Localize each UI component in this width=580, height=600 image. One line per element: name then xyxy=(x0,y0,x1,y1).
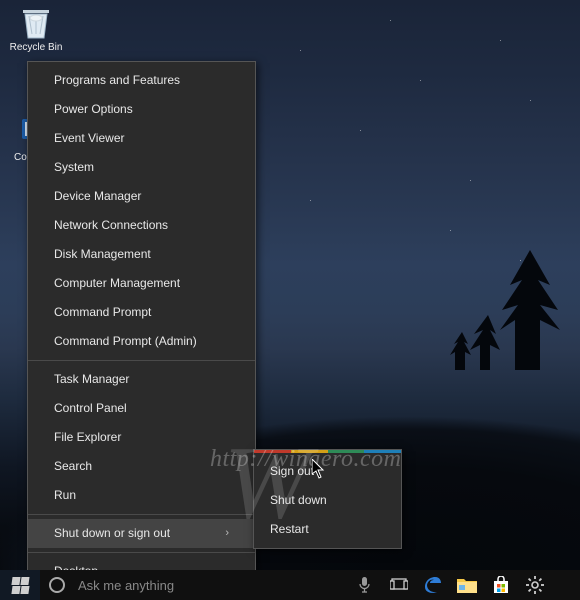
microphone-button[interactable] xyxy=(352,570,376,600)
menu-item-power-options[interactable]: Power Options xyxy=(28,95,255,124)
menu-item-command-prompt[interactable]: Command Prompt xyxy=(28,298,255,327)
menu-item-device-manager[interactable]: Device Manager xyxy=(28,182,255,211)
file-explorer-button[interactable] xyxy=(450,570,484,600)
menu-item-label: Event Viewer xyxy=(54,124,124,153)
menu-item-label: Command Prompt xyxy=(54,298,151,327)
task-view-icon xyxy=(390,578,408,592)
submenu-item-restart[interactable]: Restart xyxy=(254,515,401,544)
menu-item-label: Power Options xyxy=(54,95,133,124)
store-button[interactable] xyxy=(484,570,518,600)
cortana-circle-icon xyxy=(49,577,65,593)
menu-item-network-connections[interactable]: Network Connections xyxy=(28,211,255,240)
desktop-icon-label: Recycle Bin xyxy=(10,42,63,53)
menu-item-label: Programs and Features xyxy=(54,66,180,95)
winx-context-menu: Programs and FeaturesPower OptionsEvent … xyxy=(27,61,256,591)
cortana-button[interactable] xyxy=(40,570,74,600)
menu-item-label: Network Connections xyxy=(54,211,168,240)
menu-item-label: Command Prompt (Admin) xyxy=(54,327,197,356)
folder-icon xyxy=(457,577,477,593)
menu-item-programs-and-features[interactable]: Programs and Features xyxy=(28,66,255,95)
chevron-right-icon: › xyxy=(225,519,229,548)
store-icon xyxy=(492,576,510,594)
menu-item-command-prompt-admin[interactable]: Command Prompt (Admin) xyxy=(28,327,255,356)
search-input[interactable]: Ask me anything xyxy=(74,570,352,600)
gear-icon xyxy=(526,576,544,594)
edge-browser-button[interactable] xyxy=(416,570,450,600)
menu-item-computer-management[interactable]: Computer Management xyxy=(28,269,255,298)
desktop-icon-recycle-bin[interactable]: Recycle Bin xyxy=(6,4,66,53)
windows-logo-icon xyxy=(12,577,28,593)
menu-item-label: System xyxy=(54,153,94,182)
edge-icon xyxy=(423,575,443,595)
menu-item-label: Disk Management xyxy=(54,240,151,269)
menu-item-disk-management[interactable]: Disk Management xyxy=(28,240,255,269)
menu-item-label: Computer Management xyxy=(54,269,180,298)
menu-item-search[interactable]: Search xyxy=(28,452,255,481)
microphone-icon xyxy=(359,577,370,593)
menu-item-label: Search xyxy=(54,452,92,481)
menu-item-event-viewer[interactable]: Event Viewer xyxy=(28,124,255,153)
menu-item-label: Shut down or sign out xyxy=(54,519,170,548)
taskbar: Ask me anything xyxy=(0,570,580,600)
menu-item-label: Run xyxy=(54,481,76,510)
submenu-item-shut-down[interactable]: Shut down xyxy=(254,486,401,515)
menu-item-label: Device Manager xyxy=(54,182,141,211)
menu-item-label: Control Panel xyxy=(54,394,127,423)
menu-item-label: Task Manager xyxy=(54,365,129,394)
color-strip xyxy=(254,450,401,453)
menu-item-run[interactable]: Run xyxy=(28,481,255,510)
menu-item-shut-down-or-sign-out[interactable]: Shut down or sign out › xyxy=(28,519,255,548)
menu-item-task-manager[interactable]: Task Manager xyxy=(28,365,255,394)
settings-button[interactable] xyxy=(518,570,552,600)
menu-item-label: File Explorer xyxy=(54,423,121,452)
search-placeholder: Ask me anything xyxy=(78,578,174,593)
start-button[interactable] xyxy=(0,570,40,600)
task-view-button[interactable] xyxy=(382,570,416,600)
shutdown-submenu: Sign outShut downRestart xyxy=(253,449,402,549)
submenu-item-sign-out[interactable]: Sign out xyxy=(254,457,401,486)
tree-silhouette-icon xyxy=(450,210,570,370)
menu-item-file-explorer[interactable]: File Explorer xyxy=(28,423,255,452)
menu-item-control-panel[interactable]: Control Panel xyxy=(28,394,255,423)
menu-item-system[interactable]: System xyxy=(28,153,255,182)
recycle-bin-icon xyxy=(18,4,54,40)
